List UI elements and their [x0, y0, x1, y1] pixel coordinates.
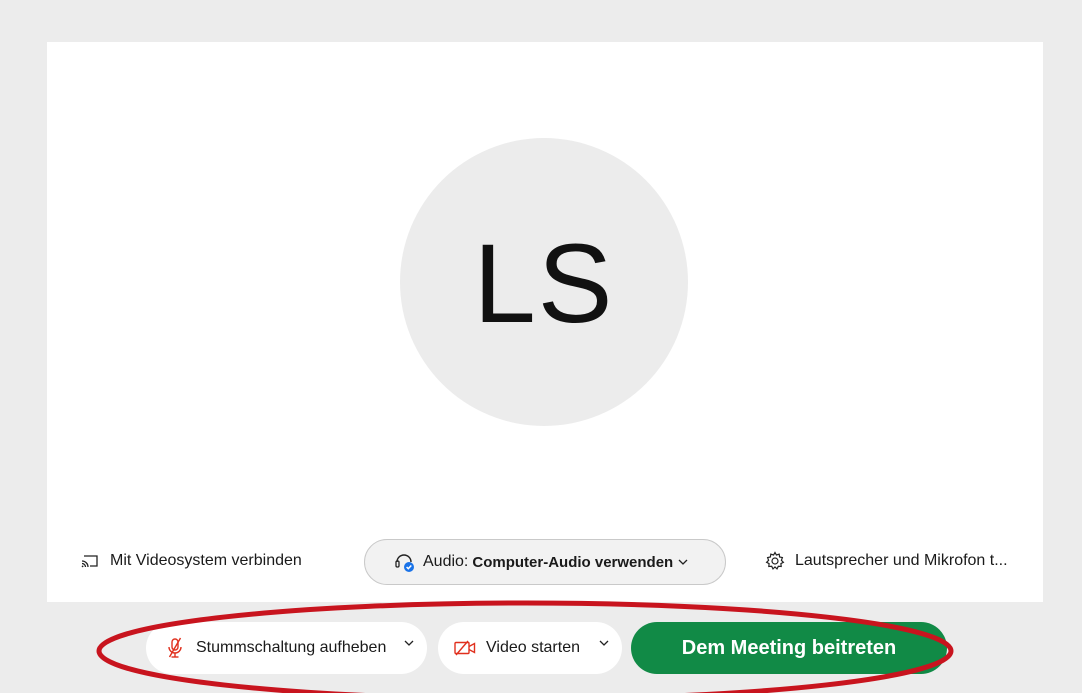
- speaker-microphone-settings-button[interactable]: Lautsprecher und Mikrofon t...: [765, 551, 1008, 571]
- unmute-label: Stummschaltung aufheben: [196, 639, 387, 656]
- audio-connection-dropdown[interactable]: Audio: Computer-Audio verwenden: [364, 539, 726, 585]
- avatar: LS: [400, 138, 688, 426]
- join-meeting-button[interactable]: Dem Meeting beitreten: [631, 622, 947, 674]
- gear-icon: [765, 551, 785, 571]
- camera-off-icon: [454, 637, 476, 659]
- audio-label: Audio:: [423, 553, 469, 570]
- audio-selected-value: Computer-Audio verwenden: [472, 553, 674, 571]
- chevron-down-icon[interactable]: [403, 639, 415, 647]
- start-video-button[interactable]: Video starten: [438, 622, 622, 674]
- connect-video-system-button[interactable]: Mit Videosystem verbinden: [80, 551, 302, 571]
- chevron-down-icon[interactable]: [598, 639, 610, 647]
- unmute-button[interactable]: Stummschaltung aufheben: [146, 622, 427, 674]
- join-controls-row: Stummschaltung aufheben Video starten De…: [0, 620, 1082, 676]
- microphone-muted-icon: [164, 637, 186, 659]
- cast-screen-icon: [80, 551, 100, 571]
- connect-video-system-label: Mit Videosystem verbinden: [110, 552, 302, 569]
- headset-icon: [393, 550, 417, 574]
- self-preview-panel: LS Mit Videosystem verbinden Audio: Comp…: [47, 42, 1043, 602]
- join-meeting-label: Dem Meeting beitreten: [681, 636, 897, 659]
- audio-video-options-row: Mit Videosystem verbinden Audio: Compute…: [47, 539, 1043, 587]
- chevron-down-icon: [677, 558, 689, 566]
- avatar-initials: LS: [473, 220, 615, 346]
- start-video-label: Video starten: [486, 639, 580, 656]
- speaker-microphone-label: Lautsprecher und Mikrofon t...: [795, 552, 1008, 569]
